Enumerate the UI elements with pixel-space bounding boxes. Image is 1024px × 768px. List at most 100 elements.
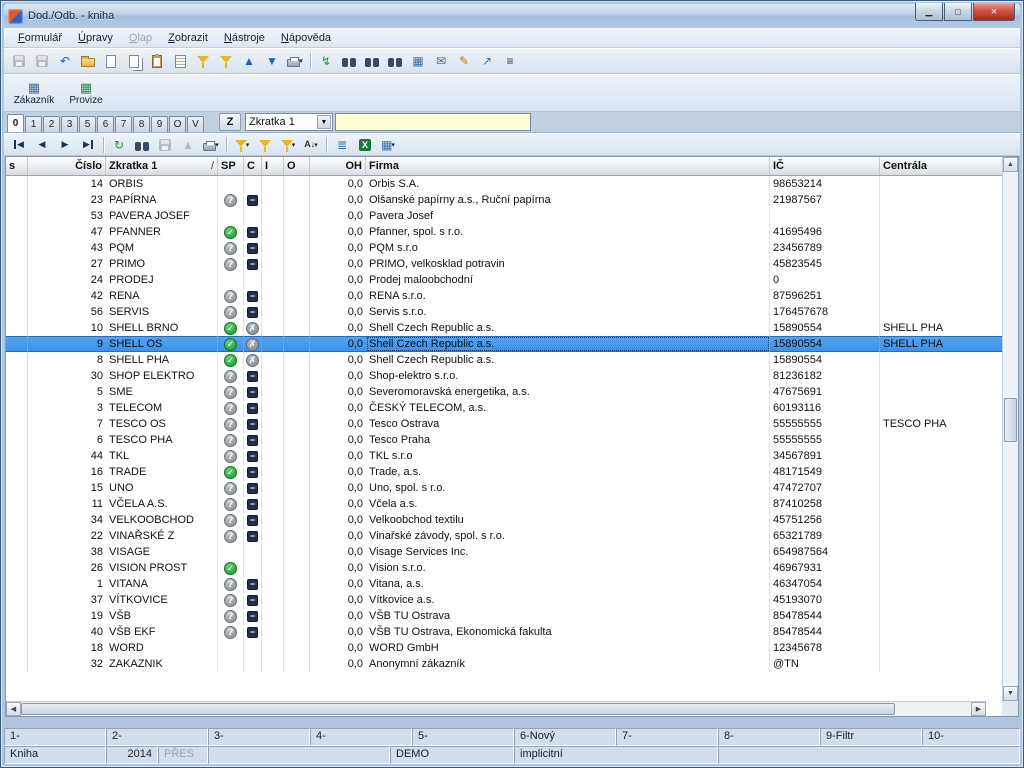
edit-icon[interactable]: ✎ [453,51,475,71]
table-row[interactable]: 22VINAŘSKÉ Z?−0,0Vinařské závody, spol. … [6,528,1002,544]
table-row[interactable]: 43PQM?−0,0PQM s.r.o23456789 [6,240,1002,256]
table-row[interactable]: 11VČELA A.S.?−0,0Včela a.s.87410258 [6,496,1002,512]
close-button[interactable]: × [973,3,1015,21]
column-header-ic[interactable]: IČ [770,157,880,175]
menu-item-napoveda[interactable]: Nápověda [273,30,339,46]
tab-9[interactable]: 9 [151,116,168,132]
restore-button[interactable]: □ [944,3,972,21]
column-header-i[interactable]: I [262,157,284,175]
table-row[interactable]: 32ZAKAZNIK0,0Anonymní zákazník@TN [6,656,1002,672]
column-header-oh[interactable]: OH [310,157,366,175]
table-row[interactable]: 3TELECOM?−0,0ČESKÝ TELECOM, a.s.60193116 [6,400,1002,416]
filter-add-icon[interactable] [215,51,237,71]
find-icon[interactable] [338,51,360,71]
menu-item-upravy[interactable]: Úpravy [70,30,121,46]
tab-8[interactable]: 8 [133,116,150,132]
tab-1[interactable]: 1 [25,116,42,132]
new-icon[interactable] [100,51,122,71]
mail-icon[interactable]: ✉ [430,51,452,71]
horizontal-scrollbar[interactable]: ◀ ▶ [6,701,986,716]
numbered-list-icon[interactable]: ≣ [331,135,353,155]
column-header-zkratka[interactable]: Zkratka 1 / [106,157,218,175]
table-row[interactable]: 9SHELL OS✓✗0,0Shell Czech Republic a.s.1… [6,336,1002,352]
table-row[interactable]: 42RENA?−0,0RENA s.r.o.87596251 [6,288,1002,304]
horizontal-scroll-thumb[interactable] [21,703,895,715]
column-header-sp[interactable]: SP [218,157,244,175]
tab-o[interactable]: O [169,116,186,132]
horizontal-scroll-track[interactable] [21,702,971,716]
first-icon[interactable]: ◀ [8,135,30,155]
open-icon[interactable] [77,51,99,71]
sort-icon[interactable]: A↓▾ [300,135,322,155]
menu-icon[interactable]: ≡ [499,51,521,71]
filter-edit-icon[interactable]: ▾ [277,135,299,155]
table-row[interactable]: 16TRADE✓−0,0Trade, a.s.48171549 [6,464,1002,480]
table-row[interactable]: 24PRODEJ0,0Prodej maloobchodní0 [6,272,1002,288]
table-row[interactable]: 6TESCO PHA?−0,0Tesco Praha55555555 [6,432,1002,448]
process-icon[interactable]: ↯ [315,51,337,71]
tab-v[interactable]: V [187,116,204,132]
find-icon[interactable] [131,135,153,155]
scroll-right-button[interactable]: ▶ [971,702,986,716]
find-next-icon[interactable] [361,51,383,71]
tab-0[interactable]: 0 [7,114,24,132]
column-header-s[interactable]: s [6,157,28,175]
filter-clear-icon[interactable] [254,135,276,155]
menu-item-zobrazit[interactable]: Zobrazit [160,30,216,46]
table-row[interactable]: 47PFANNER✓−0,0Pfanner, spol. s r.o.41695… [6,224,1002,240]
scroll-left-button[interactable]: ◀ [6,702,21,716]
search-column-combo[interactable]: Zkratka 1 ▼ [245,113,333,131]
table-row[interactable]: 34VELKOOBCHOD?−0,0Velkoobchod textilu457… [6,512,1002,528]
table-row[interactable]: 40VŠB EKF?−0,0VŠB TU Ostrava, Ekonomická… [6,624,1002,640]
chevron-down-icon[interactable]: ▾ [314,141,318,149]
table-row[interactable]: 5SME?−0,0Severomoravská energetika, a.s.… [6,384,1002,400]
tab-6[interactable]: 6 [97,116,114,132]
table-row[interactable]: 38VISAGE0,0Visage Services Inc.654987564 [6,544,1002,560]
view-table-icon[interactable]: ▦▾ [377,135,399,155]
export-icon[interactable]: ↗ [476,51,498,71]
notes-icon[interactable] [169,51,191,71]
prev-icon[interactable]: ◀ [31,135,53,155]
table-row[interactable]: 14ORBIS0,0Orbis S.A.98653214 [6,176,1002,192]
table-row[interactable]: 56SERVIS?−0,0Servis s.r.o.176457678 [6,304,1002,320]
menu-item-nastroje[interactable]: Nástroje [216,30,273,46]
table-row[interactable]: 1VITANA?−0,0Vitana, a.s.46347054 [6,576,1002,592]
tab-2[interactable]: 2 [43,116,60,132]
copy-icon[interactable] [123,51,145,71]
provize-button[interactable]: ▦ Provize [62,76,110,110]
tab-5[interactable]: 5 [79,116,96,132]
table-row[interactable]: 53PAVERA JOSEF0,0Pavera Josef [6,208,1002,224]
tab-7[interactable]: 7 [115,116,132,132]
refresh-icon[interactable]: ↻ [108,135,130,155]
column-header-c[interactable]: C [244,157,262,175]
filter-icon[interactable]: ▾ [231,135,253,155]
table-row[interactable]: 7TESCO OS?−0,0Tesco Ostrava55555555TESCO… [6,416,1002,432]
z-button[interactable]: Z [219,113,241,131]
chevron-down-icon[interactable]: ▼ [317,115,331,129]
column-header-o[interactable]: O [284,157,310,175]
vertical-scroll-track[interactable] [1003,172,1018,686]
table-row[interactable]: 30SHOP ELEKTRO?−0,0Shop-elektro s.r.o.81… [6,368,1002,384]
scroll-down-button[interactable]: ▼ [1003,686,1018,701]
menu-item-formular[interactable]: Formulář [10,30,70,46]
print-icon[interactable]: ▾ [284,51,306,71]
table-row[interactable]: 15UNO?−0,0Uno, spol. s r.o.47472707 [6,480,1002,496]
column-header-firma[interactable]: Firma [366,157,770,175]
table-row[interactable]: 10SHELL BRNO✓✗0,0Shell Czech Republic a.… [6,320,1002,336]
minimize-button[interactable]: ▁ [915,3,943,21]
table-row[interactable]: 18WORD0,0WORD GmbH12345678 [6,640,1002,656]
undo-icon[interactable]: ↶ [54,51,76,71]
tab-3[interactable]: 3 [61,116,78,132]
table-row[interactable]: 19VŠB?−0,0VŠB TU Ostrava85478544 [6,608,1002,624]
table-row[interactable]: 26VISION PROST✓0,0Vision s.r.o.46967931 [6,560,1002,576]
move-down-icon[interactable]: ▼ [261,51,283,71]
print-icon[interactable]: ▾ [200,135,222,155]
filter-icon[interactable] [192,51,214,71]
find-special-icon[interactable] [384,51,406,71]
table-row[interactable]: 37VÍTKOVICE?−0,0Vítkovice a.s.45193070 [6,592,1002,608]
vertical-scroll-thumb[interactable] [1004,398,1017,442]
next-icon[interactable]: ▶ [54,135,76,155]
table-small-icon[interactable]: ▦ [407,51,429,71]
search-input[interactable] [335,113,531,131]
paste-icon[interactable] [146,51,168,71]
